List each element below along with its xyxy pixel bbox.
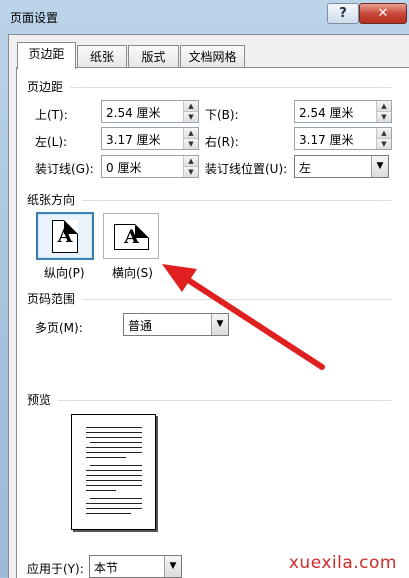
tab-margins[interactable]: 页边距 xyxy=(17,42,76,69)
annotation-arrow-icon xyxy=(162,264,325,370)
dialog-window: 页面设置 ? ✕ 页边距 纸张 版式 文档网格 页边距 上(T): 2.54 厘… xyxy=(0,0,409,578)
arrow-head xyxy=(162,264,197,292)
watermark-text: xuexila.com xyxy=(288,553,397,573)
arrow-shaft xyxy=(179,273,325,370)
